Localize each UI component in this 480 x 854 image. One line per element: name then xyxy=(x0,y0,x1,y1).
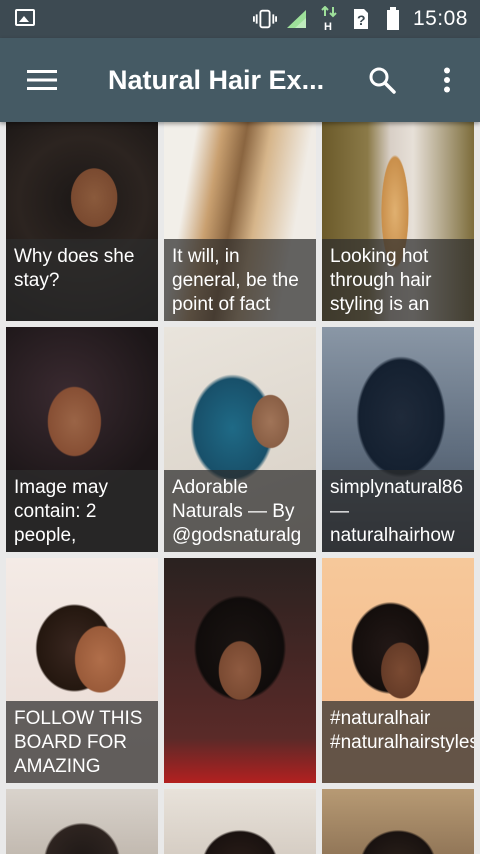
svg-text:H: H xyxy=(324,21,332,32)
vibrate-icon xyxy=(252,7,277,31)
battery-icon xyxy=(381,7,405,31)
tile-caption: Image may contain: 2 people, xyxy=(6,470,158,552)
photo-partial xyxy=(322,789,474,854)
tile-caption: #naturalhair #naturalhairstyles xyxy=(322,701,474,783)
image-tile[interactable] xyxy=(322,789,474,854)
photo-bantu-knots xyxy=(164,558,316,783)
image-tile[interactable] xyxy=(6,789,158,854)
tile-caption: FOLLOW THIS BOARD FOR AMAZING xyxy=(6,701,158,783)
tile-caption: simplynatural86 — naturalhairhow xyxy=(322,470,474,552)
gallery-icon xyxy=(15,9,35,26)
menu-button[interactable] xyxy=(20,58,64,102)
image-tile[interactable]: Why does she stay? xyxy=(6,122,158,321)
search-button[interactable] xyxy=(360,58,404,102)
more-options-button[interactable] xyxy=(425,58,469,102)
tile-caption: It will, in general, be the point of fac… xyxy=(164,239,316,321)
image-tile[interactable]: simplynatural86 — naturalhairhow xyxy=(322,327,474,552)
tile-caption: Looking hot through hair styling is an xyxy=(322,239,474,321)
more-vert-icon xyxy=(444,67,450,93)
image-tile[interactable] xyxy=(164,558,316,783)
image-tile[interactable]: FOLLOW THIS BOARD FOR AMAZING xyxy=(6,558,158,783)
menu-icon xyxy=(27,70,57,90)
status-bar: H ? 15:08 xyxy=(0,0,480,38)
svg-text:?: ? xyxy=(357,12,366,28)
data-arrows-icon: H xyxy=(317,6,341,32)
signal-icon xyxy=(285,7,309,31)
image-tile[interactable]: It will, in general, be the point of fac… xyxy=(164,122,316,321)
tile-caption: Why does she stay? xyxy=(6,239,158,321)
search-icon xyxy=(369,67,396,94)
status-icons: H ? 15:08 xyxy=(252,6,468,32)
image-tile[interactable]: Image may contain: 2 people, xyxy=(6,327,158,552)
image-grid: Why does she stay? It will, in general, … xyxy=(0,122,480,854)
app-bar: Natural Hair Ex... xyxy=(0,38,480,122)
image-tile[interactable]: Looking hot through hair styling is an xyxy=(322,122,474,321)
sim-unknown-icon: ? xyxy=(349,7,373,31)
image-tile[interactable]: Adorable Naturals — By @godsnaturalg xyxy=(164,327,316,552)
photo-partial xyxy=(164,789,316,854)
page-title: Natural Hair Ex... xyxy=(108,65,325,95)
clock: 15:08 xyxy=(412,7,468,30)
image-tile[interactable] xyxy=(164,789,316,854)
tile-caption: Adorable Naturals — By @godsnaturalg xyxy=(164,470,316,552)
photo-partial xyxy=(6,789,158,854)
image-tile[interactable]: #naturalhair #naturalhairstyles xyxy=(322,558,474,783)
